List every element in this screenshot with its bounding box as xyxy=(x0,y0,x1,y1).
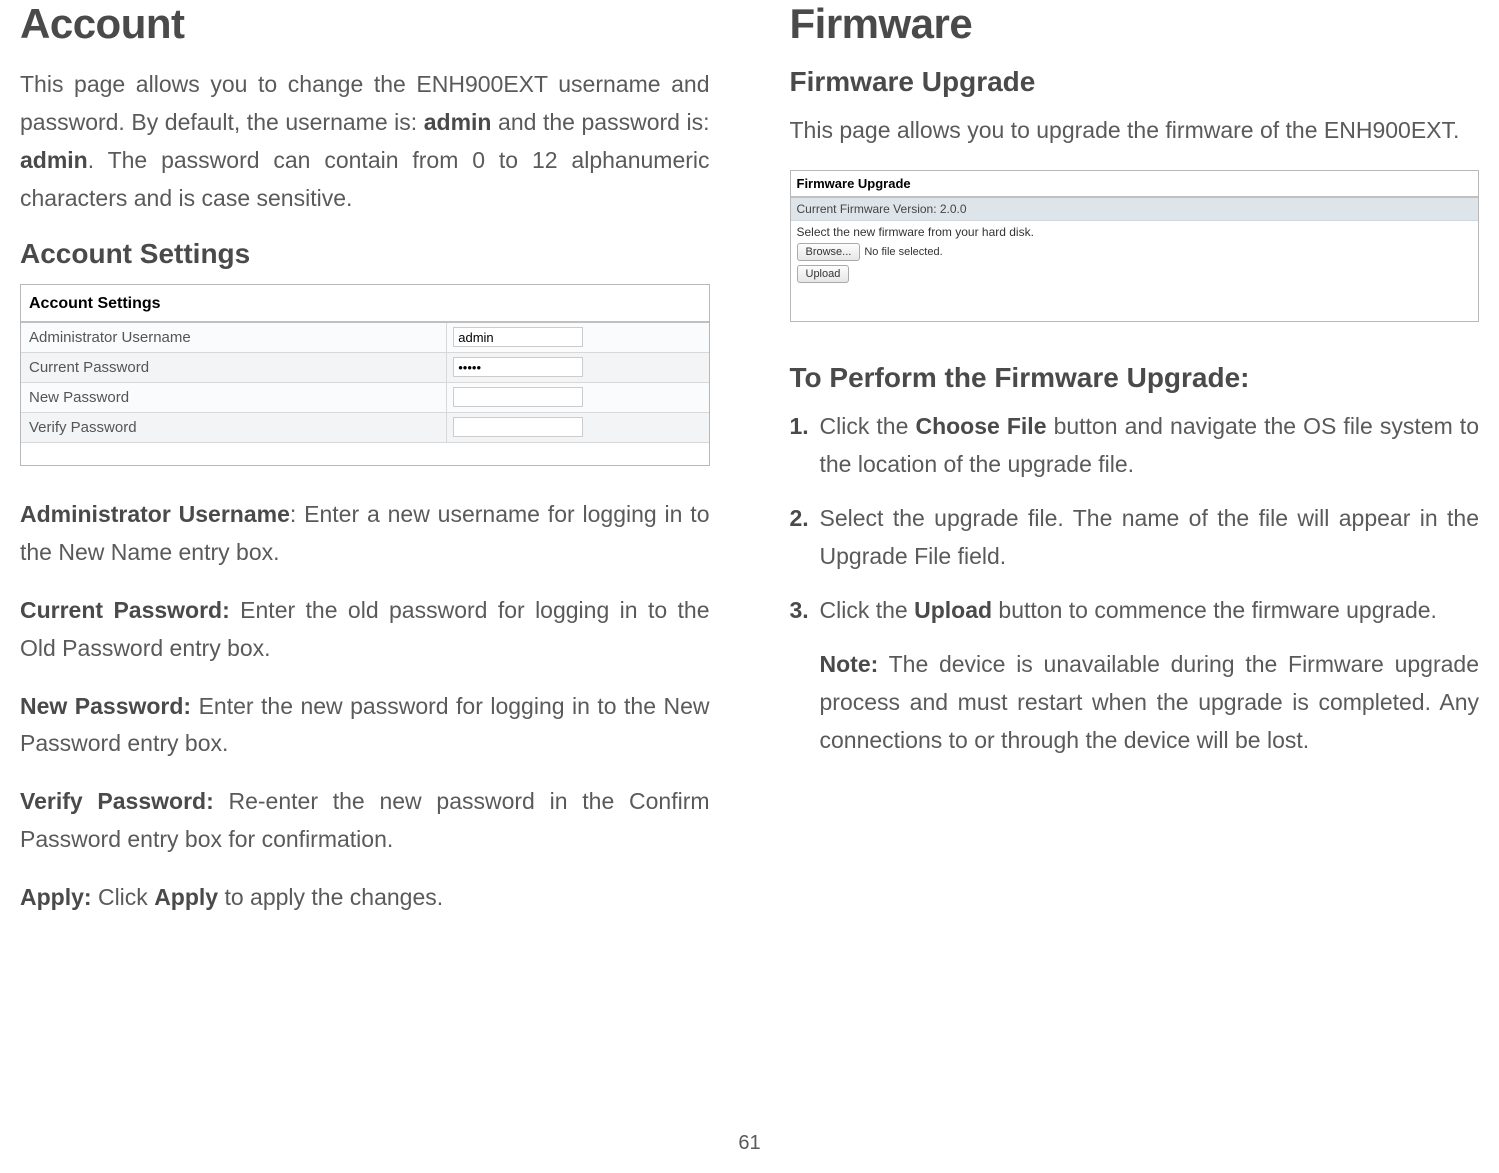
def-new-password: New Password: Enter the new password for… xyxy=(20,688,710,764)
def-current-password: Current Password: Enter the old password… xyxy=(20,592,710,668)
intro-bold-1: admin xyxy=(424,109,492,135)
verify-password-label: Verify Password xyxy=(21,413,447,442)
account-settings-panel: Account Settings Administrator Username … xyxy=(20,284,710,466)
firmware-heading: Firmware xyxy=(790,0,1480,48)
note-label: Note: xyxy=(820,651,879,677)
upload-button[interactable]: Upload xyxy=(797,265,850,283)
table-row: Verify Password xyxy=(21,413,709,443)
def-verify-password-label: Verify Password: xyxy=(20,788,214,814)
page-number: 61 xyxy=(0,1132,1499,1155)
account-settings-heading: Account Settings xyxy=(20,238,710,270)
firmware-panel-header: Firmware Upgrade xyxy=(791,171,1479,198)
step-1-text-a: Click the xyxy=(820,413,916,439)
step-3-number: 3. xyxy=(790,592,809,630)
no-file-selected-text: No file selected. xyxy=(864,246,942,258)
table-spacer xyxy=(21,443,709,465)
step-3-text-b: button to commence the firmware upgrade. xyxy=(992,597,1437,623)
browse-button[interactable]: Browse... xyxy=(797,243,861,261)
firmware-instruction: Select the new firmware from your hard d… xyxy=(797,225,1473,239)
account-intro: This page allows you to change the ENH90… xyxy=(20,66,710,218)
perform-upgrade-heading: To Perform the Firmware Upgrade: xyxy=(790,362,1480,394)
firmware-panel-spacer xyxy=(791,293,1479,321)
verify-password-input[interactable] xyxy=(453,417,583,437)
step-2: 2. Select the upgrade file. The name of … xyxy=(790,500,1480,576)
step-1-number: 1. xyxy=(790,408,809,446)
new-password-input[interactable] xyxy=(453,387,583,407)
intro-text-3: . The password can contain from 0 to 12 … xyxy=(20,147,710,211)
firmware-upgrade-panel: Firmware Upgrade Current Firmware Versio… xyxy=(790,170,1480,322)
step-3: 3. Click the Upload button to commence t… xyxy=(790,592,1480,630)
new-password-label: New Password xyxy=(21,383,447,412)
firmware-note: Note: The device is unavailable during t… xyxy=(790,646,1480,760)
admin-username-input[interactable] xyxy=(453,327,583,347)
admin-username-label: Administrator Username xyxy=(21,323,447,352)
def-apply-label: Apply: xyxy=(20,884,92,910)
step-1-bold: Choose File xyxy=(915,413,1046,439)
def-current-password-label: Current Password: xyxy=(20,597,230,623)
account-heading: Account xyxy=(20,0,710,48)
step-2-number: 2. xyxy=(790,500,809,538)
current-password-label: Current Password xyxy=(21,353,447,382)
step-2-text: Select the upgrade file. The name of the… xyxy=(820,505,1480,569)
current-password-input[interactable] xyxy=(453,357,583,377)
def-admin-username: Administrator Username: Enter a new user… xyxy=(20,496,710,572)
note-body: The device is unavailable during the Fir… xyxy=(820,651,1480,753)
def-admin-username-label: Administrator Username xyxy=(20,501,290,527)
firmware-upgrade-heading: Firmware Upgrade xyxy=(790,66,1480,98)
intro-bold-2: admin xyxy=(20,147,88,173)
step-3-bold: Upload xyxy=(914,597,992,623)
def-apply-text2: to apply the changes. xyxy=(218,884,443,910)
def-verify-password: Verify Password: Re-enter the new passwo… xyxy=(20,783,710,859)
def-apply: Apply: Click Apply to apply the changes. xyxy=(20,879,710,917)
firmware-intro: This page allows you to upgrade the firm… xyxy=(790,112,1480,150)
table-row: New Password xyxy=(21,383,709,413)
table-row: Administrator Username xyxy=(21,323,709,353)
def-apply-bold: Apply xyxy=(154,884,218,910)
step-3-text-a: Click the xyxy=(820,597,915,623)
firmware-version-row: Current Firmware Version: 2.0.0 xyxy=(791,198,1479,221)
account-settings-panel-title: Account Settings xyxy=(21,285,709,323)
def-new-password-label: New Password: xyxy=(20,693,191,719)
table-row: Current Password xyxy=(21,353,709,383)
intro-text-2: and the password is: xyxy=(491,109,709,135)
step-1: 1. Click the Choose File button and navi… xyxy=(790,408,1480,484)
def-apply-text1: Click xyxy=(92,884,155,910)
